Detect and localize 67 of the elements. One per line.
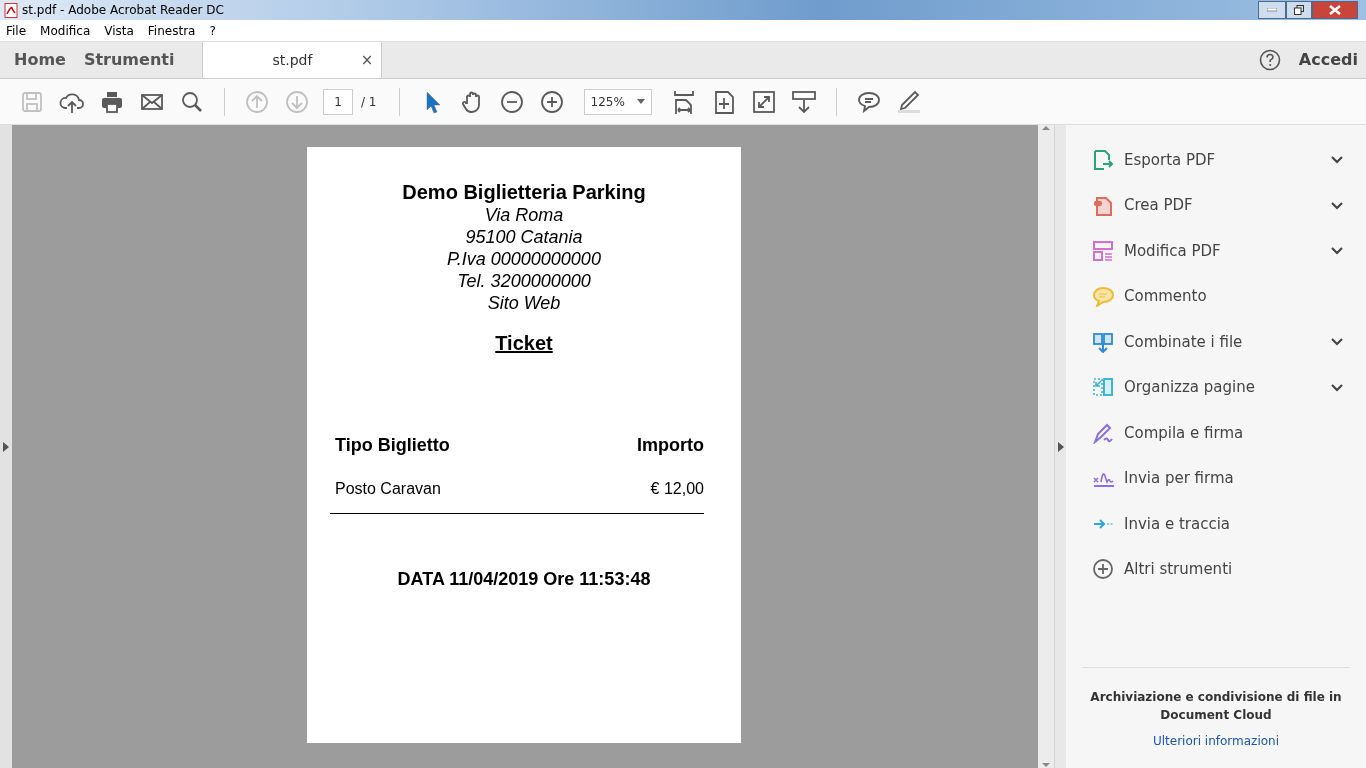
tool-item[interactable]: Compila e firma [1124, 421, 1350, 444]
restore-icon [1294, 5, 1304, 15]
tool-item[interactable]: Combinate i file [1124, 330, 1330, 353]
tool-item[interactable]: Invia per firma [1124, 467, 1350, 490]
export-icon[interactable] [1092, 148, 1114, 171]
caret-icon [636, 99, 645, 104]
menu-item[interactable]: Modifica [40, 21, 91, 40]
column-header: Tipo Biglietto [335, 434, 450, 457]
cloud-promo-text: Archiviazione e condivisione di file in Document Cloud [1089, 688, 1343, 724]
page-number-field[interactable]: 1 [323, 88, 353, 115]
receipt-header-line: P.Iva 00000000000 [446, 248, 602, 270]
expand-arrow-icon[interactable] [1057, 441, 1064, 452]
combine-files-icon[interactable] [1092, 330, 1114, 353]
highlighter-icon[interactable] [895, 88, 922, 115]
layout-icon[interactable] [1092, 239, 1114, 262]
chevron-down-icon[interactable] [1330, 155, 1344, 165]
tool-item[interactable]: Esporta PDF [1124, 148, 1330, 171]
help-icon[interactable] [1258, 49, 1281, 71]
scroll-up-arrow-icon[interactable] [1042, 125, 1050, 131]
nav-tab[interactable]: Strumenti [69, 42, 175, 78]
receipt-header-line: 95100 Catania [464, 226, 584, 248]
nav-tab[interactable]: Home [0, 42, 66, 78]
pdf-file-icon [4, 2, 18, 18]
receipt-title: Demo Biglietteria Parking [401, 180, 647, 204]
more-info-link[interactable]: Ulteriori informazioni [1152, 731, 1280, 750]
chevron-down-icon[interactable] [1330, 382, 1344, 392]
zoom-out-icon[interactable] [498, 88, 525, 115]
read-mode-icon[interactable] [790, 88, 817, 115]
minimize-button[interactable] [1258, 1, 1286, 19]
add-circle-icon[interactable] [1092, 558, 1114, 581]
column-header: Importo [637, 434, 704, 457]
tool-item[interactable]: Organizza pagine [1124, 376, 1330, 399]
expand-arrow-icon[interactable] [3, 441, 9, 452]
restore-button[interactable] [1286, 1, 1312, 19]
sign-in-link[interactable]: Accedi [1298, 48, 1358, 72]
tool-item[interactable]: Crea PDF [1124, 194, 1330, 217]
close-tab-button[interactable]: × [360, 48, 374, 72]
chevron-down-icon[interactable] [1330, 337, 1344, 347]
tool-item[interactable]: Commento [1124, 285, 1350, 308]
document-icon[interactable] [1092, 194, 1114, 217]
menu-item[interactable]: Finestra [147, 21, 196, 40]
table-cell-text: € 12,00 [650, 479, 704, 499]
page-count: / 1 [361, 93, 377, 111]
chevron-down-icon[interactable] [1330, 200, 1344, 210]
pen-icon[interactable] [1092, 421, 1114, 444]
scroll-down-arrow-icon[interactable] [1042, 762, 1050, 768]
window-title: st.pdf - Adobe Acrobat Reader DC [22, 2, 224, 19]
receipt-header-line: Tel. 3200000000 [456, 270, 592, 292]
minimize-icon [1267, 8, 1277, 12]
menu-item[interactable]: ? [209, 21, 216, 40]
date-line: DATA 11/04/2019 Ore 11:53:48 [396, 568, 652, 591]
chevron-down-icon[interactable] [1330, 246, 1344, 256]
menu-item[interactable]: Vista [104, 21, 134, 40]
close-icon [1329, 5, 1341, 15]
receipt-header-line: Sito Web [486, 292, 562, 314]
receipt-header-line: Via Roma [483, 204, 565, 226]
close-button[interactable] [1312, 1, 1358, 19]
document-tab[interactable]: st.pdf × [202, 42, 383, 78]
table-cell-text: Posto Caravan [335, 479, 441, 499]
zoom-dropdown[interactable]: 125% [583, 88, 652, 115]
zoom-in-icon[interactable] [538, 88, 565, 115]
ticket-heading: Ticket [494, 331, 554, 356]
tool-item[interactable]: Invia e traccia [1124, 512, 1350, 535]
menu-item[interactable]: File [6, 21, 27, 40]
fullscreen-icon[interactable] [750, 88, 777, 115]
tool-item[interactable]: Modifica PDF [1124, 239, 1330, 262]
tool-item[interactable]: Altri strumenti [1124, 558, 1350, 581]
